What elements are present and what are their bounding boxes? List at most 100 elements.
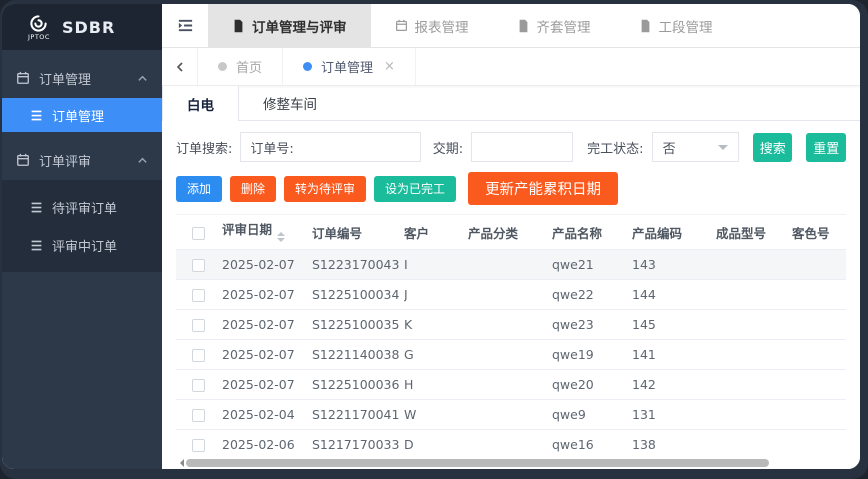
- dot-icon: [218, 62, 227, 71]
- sidebar-item-label: 评审中订单: [52, 239, 118, 255]
- cell-customer: G: [404, 339, 468, 370]
- set-completed-button[interactable]: 设为已完工: [374, 175, 457, 202]
- cell-product-code: 138: [632, 429, 716, 457]
- add-button[interactable]: 添加: [176, 175, 223, 202]
- search-button[interactable]: 搜索: [752, 132, 793, 162]
- cell-review-date: 2025-02-07: [222, 369, 312, 400]
- top-tab-kitting-management[interactable]: 齐套管理: [493, 4, 615, 47]
- tab-label: 白电: [187, 97, 214, 114]
- reset-button[interactable]: 重置: [806, 132, 846, 162]
- table-row[interactable]: 2025-02-07 S1221140038 Gqwe19 141: [176, 339, 846, 370]
- delivery-date-label: 交期:: [432, 141, 464, 157]
- cell-review-date: 2025-02-07: [222, 249, 312, 280]
- table-row[interactable]: 2025-02-06 S1217170033 Dqwe16 138: [176, 429, 846, 457]
- table-row[interactable]: 2025-02-07 S1225100034 Jqwe22 144: [176, 279, 846, 310]
- to-pending-review-button[interactable]: 转为待评审: [284, 175, 367, 202]
- top-tab-order-management-review[interactable]: 订单管理与评审: [208, 4, 371, 47]
- tab-white-appliance[interactable]: 白电: [162, 86, 239, 121]
- sort-icon[interactable]: [277, 228, 286, 246]
- column-label: 产品分类: [468, 225, 519, 241]
- cell-product-name: qwe20: [552, 369, 632, 400]
- cell-product-category: [468, 309, 552, 340]
- top-navbar: 订单管理与评审 报表管理 齐套管理 工段管理: [162, 4, 860, 48]
- route-tag-label: 首页: [236, 61, 263, 76]
- table-row[interactable]: 2025-02-07 S1225100035 Kqwe23 145: [176, 309, 846, 340]
- order-no-label: 订单号:: [250, 141, 294, 157]
- column-product-name: 产品名称: [552, 214, 632, 250]
- column-customer: 客户: [404, 214, 468, 250]
- sidebar-group-order-review[interactable]: 订单评审: [2, 140, 162, 180]
- cell-customer-color-no: [792, 429, 846, 457]
- delete-button[interactable]: 删除: [230, 175, 277, 202]
- row-checkbox[interactable]: [192, 379, 205, 392]
- sidebar-item-pending-review-orders[interactable]: 待评审订单: [2, 188, 162, 226]
- cell-order-no: S1225100036: [312, 369, 404, 400]
- tab-repair-workshop[interactable]: 修整车间: [239, 86, 341, 120]
- sidebar-item-order-management[interactable]: 订单管理: [2, 98, 162, 132]
- row-checkbox[interactable]: [192, 439, 205, 452]
- column-review-date[interactable]: 评审日期: [222, 214, 312, 250]
- list-icon: [30, 239, 43, 252]
- cell-customer: D: [404, 429, 468, 457]
- sidebar-group-order-management[interactable]: 订单管理: [2, 58, 162, 98]
- cell-finished-model: [716, 369, 792, 400]
- completion-status-select[interactable]: 否: [651, 132, 739, 162]
- document-icon: [232, 19, 245, 33]
- cell-product-category: [468, 369, 552, 400]
- cell-order-no: S1225100035: [312, 309, 404, 340]
- cell-product-category: [468, 249, 552, 280]
- cell-product-code: 145: [632, 309, 716, 340]
- scroll-left-chevron-icon[interactable]: [162, 48, 198, 85]
- row-checkbox[interactable]: [192, 289, 205, 302]
- row-checkbox[interactable]: [192, 349, 205, 362]
- route-tag-bar: 首页 订单管理 ×: [162, 48, 860, 86]
- top-tab-label: 工段管理: [658, 19, 713, 36]
- sidebar-fold-icon[interactable]: [162, 4, 208, 47]
- cell-product-code: 142: [632, 369, 716, 400]
- column-label: 成品型号: [716, 225, 767, 241]
- completion-status-label: 完工状态:: [587, 141, 644, 157]
- cell-customer: J: [404, 279, 468, 310]
- sidebar-item-in-review-orders[interactable]: 评审中订单: [2, 226, 162, 264]
- workshop-tabs: 白电 修整车间: [162, 86, 860, 121]
- top-tab-report-management[interactable]: 报表管理: [371, 4, 493, 47]
- update-capacity-date-button[interactable]: 更新产能累积日期: [468, 172, 619, 205]
- scroll-left-arrow-icon[interactable]: [176, 458, 184, 467]
- delivery-date-field: [471, 132, 574, 162]
- route-tag-home[interactable]: 首页: [198, 48, 284, 85]
- cell-customer-color-no: [792, 279, 846, 310]
- close-icon[interactable]: ×: [384, 59, 395, 74]
- cell-finished-model: [716, 429, 792, 457]
- horizontal-scrollbar-thumb[interactable]: [186, 458, 769, 467]
- sidebar-menu: 订单管理 订单管理 订单评审 待评审订单 评审中订单: [2, 50, 162, 272]
- cell-customer: W: [404, 399, 468, 430]
- order-no-input[interactable]: [299, 134, 420, 160]
- column-product-code: 产品编码: [632, 214, 716, 250]
- row-checkbox[interactable]: [192, 319, 205, 332]
- table-header-row: 评审日期 订单编号 客户 产品分类 产品名称 产品编码 成品型号 客色号: [176, 214, 846, 250]
- column-label: 客户: [404, 225, 430, 241]
- table-row[interactable]: 2025-02-07 S1223170043 Iqwe21 143: [176, 249, 846, 280]
- app: JPTOC SDBR 订单管理 订单管理 订单评审 待评审订单 评审中订单 订单…: [2, 4, 860, 469]
- cell-product-code: 144: [632, 279, 716, 310]
- row-checkbox[interactable]: [192, 409, 205, 422]
- table-row[interactable]: 2025-02-07 S1225100036 Hqwe20 142: [176, 369, 846, 400]
- top-tab-section-management[interactable]: 工段管理: [615, 4, 737, 47]
- content-panel: 订单搜索: 订单号: 交期: 完工状态: 否 搜索 重置 添加 删除 转为待评审…: [162, 121, 860, 469]
- sidebar: JPTOC SDBR 订单管理 订单管理 订单评审 待评审订单 评审中订单: [2, 4, 162, 469]
- orders-table: 评审日期 订单编号 客户 产品分类 产品名称 产品编码 成品型号 客色号 202…: [176, 214, 846, 457]
- column-finished-model: 成品型号: [716, 214, 792, 250]
- horizontal-scrollbar: [176, 457, 846, 469]
- select-all-checkbox[interactable]: [192, 226, 205, 240]
- cell-order-no: S1221170041: [312, 399, 404, 430]
- row-checkbox[interactable]: [192, 259, 205, 272]
- delivery-date-input[interactable]: [472, 134, 573, 160]
- dot-icon: [303, 62, 313, 71]
- route-tag-order-management[interactable]: 订单管理 ×: [283, 48, 416, 85]
- search-section-label: 订单搜索:: [176, 141, 233, 157]
- cell-product-code: 141: [632, 339, 716, 370]
- select-all-checkbox-cell: [176, 214, 222, 250]
- table-row[interactable]: 2025-02-04 S1221170041 Wqwe9 131: [176, 399, 846, 430]
- sidebar-item-label: 待评审订单: [52, 201, 118, 217]
- list-icon: [30, 109, 43, 122]
